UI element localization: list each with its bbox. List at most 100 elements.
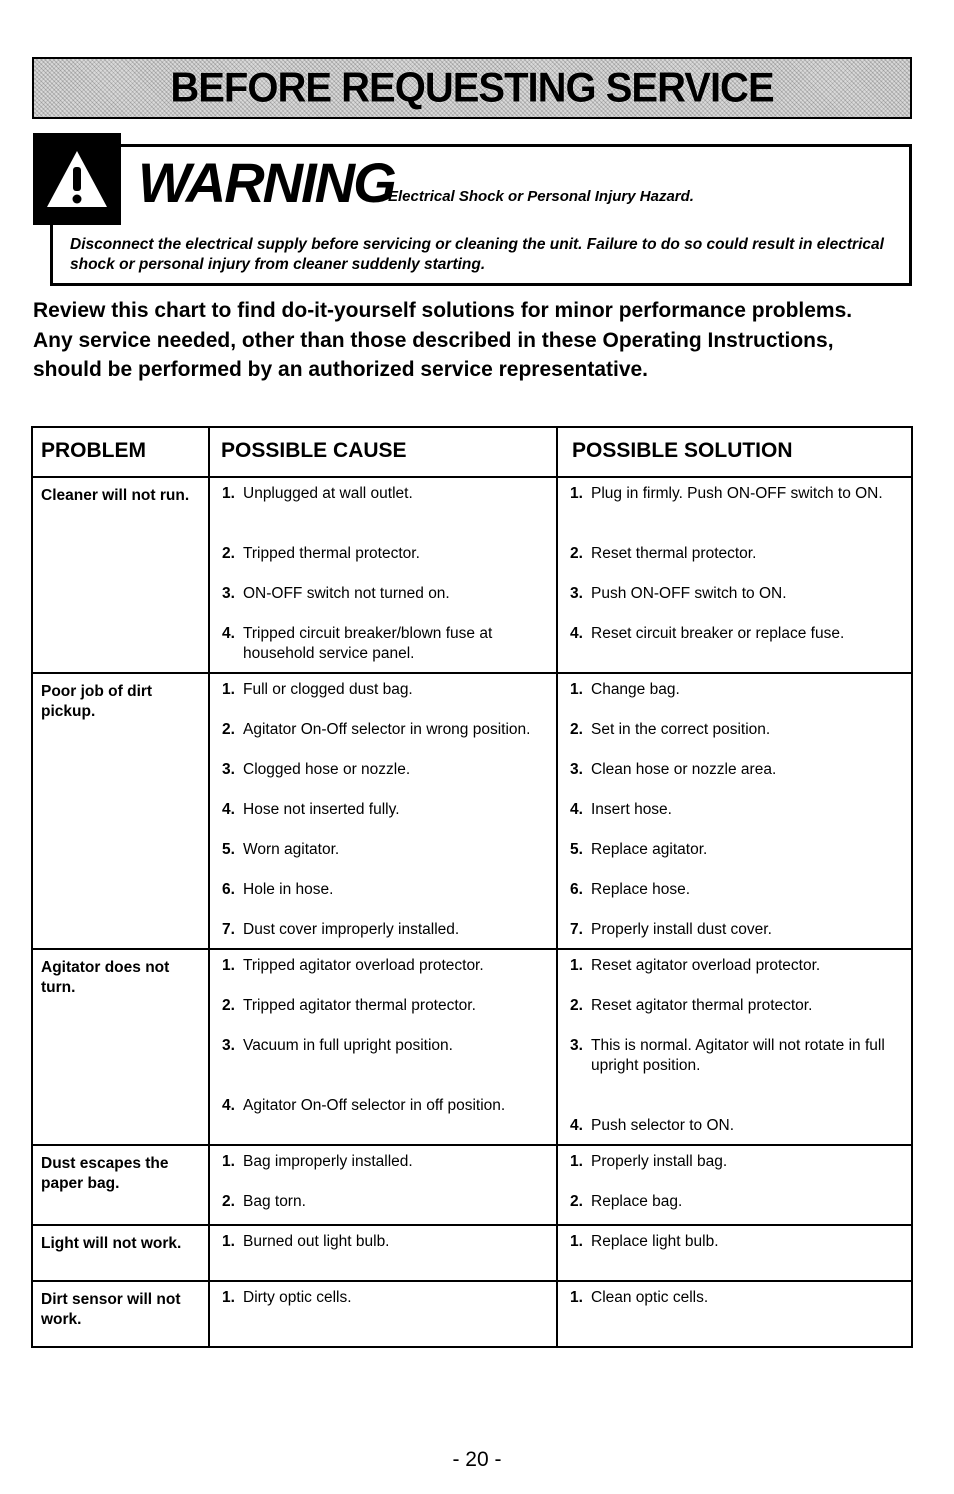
- solution-item: 1. Properly install bag.: [570, 1152, 905, 1172]
- solution-text: Reset circuit breaker or replace fuse.: [591, 625, 845, 642]
- item-number: 2.: [222, 997, 235, 1014]
- solution-item: 2. Set in the correct position.: [570, 720, 905, 740]
- section-title-banner: BEFORE REQUESTING SERVICE: [32, 57, 912, 119]
- item-number: 2.: [222, 1193, 235, 1210]
- cause-item: 2. Bag torn.: [222, 1192, 550, 1212]
- solution-text: This is normal. Agitator will not rotate…: [591, 1037, 885, 1074]
- intro-paragraph: Review this chart to find do-it-yourself…: [33, 299, 853, 381]
- solution-cell: 1. Change bag. 2. Set in the correct positi…: [556, 672, 913, 950]
- problem-cell: Cleaner will not run.: [31, 476, 210, 674]
- item-number: 4.: [570, 625, 583, 642]
- solution-item: 1. Clean optic cells.: [570, 1288, 905, 1308]
- item-number: 3.: [570, 761, 583, 778]
- solution-item: 3. Clean hose or nozzle area.: [570, 760, 905, 780]
- solution-text: Properly install bag.: [591, 1153, 728, 1170]
- solution-text: Push selector to ON.: [591, 1117, 735, 1134]
- item-number: 4.: [570, 801, 583, 818]
- item-number: 1.: [222, 485, 235, 502]
- item-number: 6.: [222, 881, 235, 898]
- table-row: Agitator does not turn. 1. Tripped agitato…: [31, 948, 913, 1146]
- cause-item: 3. ON-OFF switch not turned on.: [222, 584, 550, 604]
- cause-item: 4. Agitator On-Off selector in off positi…: [222, 1096, 550, 1116]
- item-number: 7.: [222, 921, 235, 938]
- cause-item: 2. Agitator On-Off selector in wrong posi…: [222, 720, 550, 740]
- column-header-solution: POSSIBLE SOLUTION: [556, 426, 913, 478]
- problem-cell: Light will not work.: [31, 1224, 210, 1282]
- item-number: 7.: [570, 921, 583, 938]
- item-number: 1.: [570, 957, 583, 974]
- cause-item: 1. Unplugged at wall outlet.: [222, 484, 550, 504]
- cause-cell: 1. Burned out light bulb.: [208, 1224, 558, 1282]
- solution-text: Set in the correct position.: [591, 721, 771, 738]
- cause-text: Unplugged at wall outlet.: [243, 485, 413, 502]
- item-number: 1.: [570, 485, 583, 502]
- cause-text: Hose not inserted fully.: [243, 801, 400, 818]
- problem-cell: Dust escapes the paper bag.: [31, 1144, 210, 1226]
- cause-text: Worn agitator.: [243, 841, 340, 858]
- cause-text: Hole in hose.: [243, 881, 334, 898]
- cause-item: 4. Hose not inserted fully.: [222, 800, 550, 820]
- solution-item: 4. Reset circuit breaker or replace fuse.: [570, 624, 905, 644]
- solution-text: Properly install dust cover.: [591, 921, 772, 938]
- item-number: 5.: [570, 841, 583, 858]
- solution-item: 4. Push selector to ON.: [570, 1116, 905, 1136]
- solution-text: Plug in firmly. Push ON-OFF switch to ON…: [591, 485, 883, 502]
- item-number: 6.: [570, 881, 583, 898]
- cause-item: 7. Dust cover improperly installed.: [222, 920, 550, 940]
- column-header-problem: PROBLEM: [31, 426, 210, 478]
- warning-subtitle: Electrical Shock or Personal Injury Haza…: [388, 188, 694, 205]
- column-header-cause: POSSIBLE CAUSE: [208, 426, 558, 478]
- cause-text: Vacuum in full upright position.: [243, 1037, 453, 1054]
- item-number: 3.: [222, 761, 235, 778]
- solution-item: 4. Insert hose.: [570, 800, 905, 820]
- solution-text: Replace agitator.: [591, 841, 708, 858]
- solution-cell: 1. Replace light bulb.: [556, 1224, 913, 1282]
- item-number: 2.: [570, 545, 583, 562]
- table-row: Dust escapes the paper bag. 1. Bag imprope…: [31, 1144, 913, 1226]
- solution-text: Replace light bulb.: [591, 1233, 719, 1250]
- page-number: - 20 -: [452, 1448, 502, 1471]
- item-number: 1.: [222, 1153, 235, 1170]
- solution-item: 1. Reset agitator overload protector.: [570, 956, 905, 976]
- solution-item: 1. Plug in firmly. Push ON-OFF switch to …: [570, 484, 905, 504]
- problem-cell: Dirt sensor will not work.: [31, 1280, 210, 1348]
- cause-text: Agitator On-Off selector in off position…: [243, 1097, 506, 1114]
- cause-item: 2. Tripped agitator thermal protector.: [222, 996, 550, 1016]
- item-number: 4.: [222, 1097, 235, 1114]
- cause-item: 5. Worn agitator.: [222, 840, 550, 860]
- item-number: 1.: [222, 1233, 235, 1250]
- solution-item: 1. Replace light bulb.: [570, 1232, 905, 1252]
- cause-item: 4. Tripped circuit breaker/blown fuse at …: [222, 624, 550, 664]
- solution-text: Reset agitator thermal protector.: [591, 997, 813, 1014]
- cause-text: Tripped thermal protector.: [243, 545, 420, 562]
- item-number: 4.: [222, 625, 235, 642]
- item-number: 5.: [222, 841, 235, 858]
- item-number: 2.: [570, 997, 583, 1014]
- solution-item: 1. Change bag.: [570, 680, 905, 700]
- item-number: 1.: [570, 1289, 583, 1306]
- cause-text: Burned out light bulb.: [243, 1233, 390, 1250]
- cause-item: 1. Dirty optic cells.: [222, 1288, 550, 1308]
- solution-text: Clean hose or nozzle area.: [591, 761, 777, 778]
- cause-text: Dirty optic cells.: [243, 1289, 352, 1306]
- warning-heading: WARNING: [138, 151, 397, 214]
- cause-item: 3. Clogged hose or nozzle.: [222, 760, 550, 780]
- solution-cell: 1. Plug in firmly. Push ON-OFF switch to …: [556, 476, 913, 674]
- item-number: 4.: [222, 801, 235, 818]
- solution-cell: 1. Clean optic cells.: [556, 1280, 913, 1348]
- item-number: 2.: [222, 721, 235, 738]
- cause-text: Tripped agitator thermal protector.: [243, 997, 476, 1014]
- table-row: Light will not work. 1. Burned out light b…: [31, 1224, 913, 1282]
- cause-text: Dust cover improperly installed.: [243, 921, 460, 938]
- cause-cell: 1. Unplugged at wall outlet. 2. Tripped the…: [208, 476, 558, 674]
- cause-cell: 1. Tripped agitator overload protector. 2.…: [208, 948, 558, 1146]
- cause-cell: 1. Dirty optic cells.: [208, 1280, 558, 1348]
- item-number: 3.: [570, 585, 583, 602]
- cause-text: Tripped circuit breaker/blown fuse at ho…: [243, 625, 493, 662]
- page-title: BEFORE REQUESTING SERVICE: [170, 64, 774, 112]
- solution-item: 6. Replace hose.: [570, 880, 905, 900]
- solution-item: 2. Reset thermal protector.: [570, 544, 905, 564]
- cause-item: 1. Tripped agitator overload protector.: [222, 956, 550, 976]
- solution-text: Push ON-OFF switch to ON.: [591, 585, 787, 602]
- cause-text: Bag torn.: [243, 1193, 306, 1210]
